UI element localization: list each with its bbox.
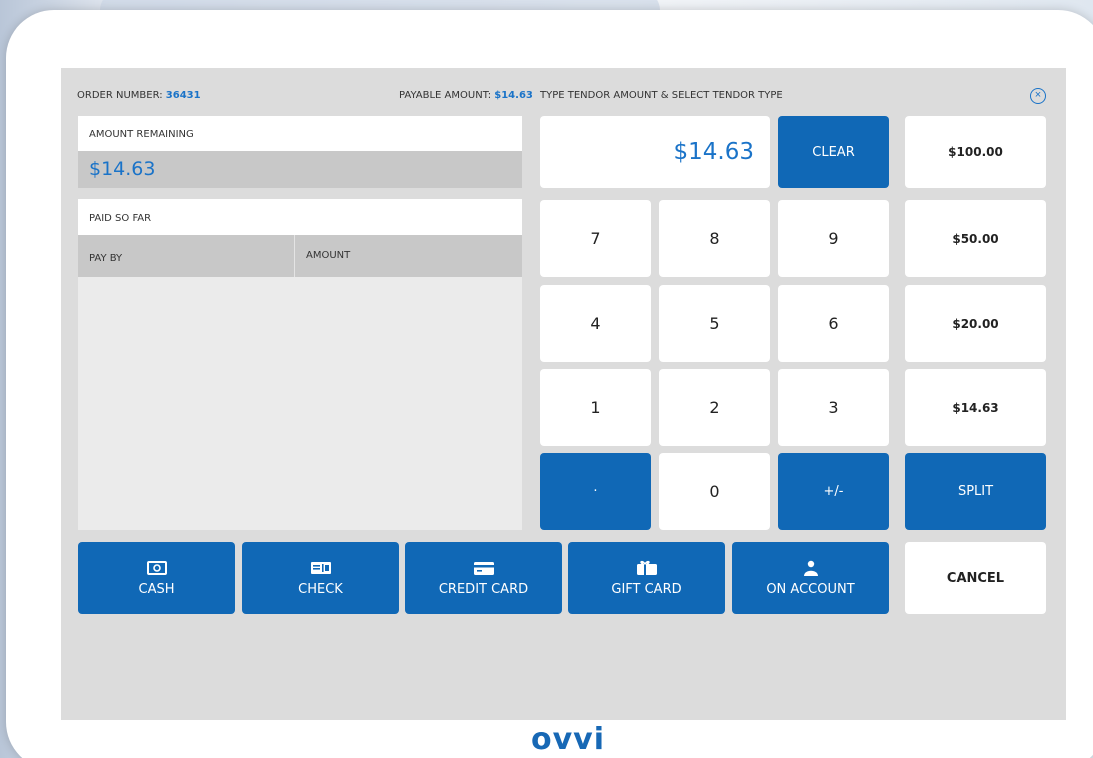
paid-so-far-panel: PAID SO FAR PAY BY AMOUNT xyxy=(78,199,522,530)
cash-label: CASH xyxy=(138,582,175,597)
paid-so-far-header: PAID SO FAR xyxy=(78,199,522,235)
quick-amount-50[interactable]: $50.00 xyxy=(905,200,1046,277)
amount-remaining-label: AMOUNT REMAINING xyxy=(89,129,194,140)
key-3[interactable]: 3 xyxy=(778,369,889,446)
on-account-button[interactable]: ON ACCOUNT xyxy=(732,542,889,614)
key-8[interactable]: 8 xyxy=(659,200,770,277)
payable-amount-label: PAYABLE AMOUNT: xyxy=(399,90,492,101)
plus-minus-key[interactable]: +/- xyxy=(778,453,889,530)
check-label: CHECK xyxy=(298,582,343,597)
amount-remaining-value: $14.63 xyxy=(89,158,156,180)
key-6[interactable]: 6 xyxy=(778,285,889,362)
check-button[interactable]: CHECK xyxy=(242,542,399,614)
tender-instruction: TYPE TENDOR AMOUNT & SELECT TENDOR TYPE xyxy=(540,90,783,101)
tender-amount-display[interactable]: $14.63 xyxy=(540,116,770,188)
col-amount: AMOUNT xyxy=(306,250,351,261)
key-4[interactable]: 4 xyxy=(540,285,651,362)
order-number: ORDER NUMBER: 36431 xyxy=(77,90,201,101)
clear-button[interactable]: CLEAR xyxy=(778,116,889,188)
cash-icon xyxy=(146,560,167,576)
key-2[interactable]: 2 xyxy=(659,369,770,446)
check-icon xyxy=(310,560,331,576)
quick-amount-20[interactable]: $20.00 xyxy=(905,285,1046,362)
gift-card-button[interactable]: GIFT CARD xyxy=(568,542,725,614)
order-number-label: ORDER NUMBER: xyxy=(77,90,163,101)
quick-amount-exact[interactable]: $14.63 xyxy=(905,369,1046,446)
credit-card-button[interactable]: CREDIT CARD xyxy=(405,542,562,614)
cash-button[interactable]: CASH xyxy=(78,542,235,614)
gift-card-icon xyxy=(636,560,657,576)
key-9[interactable]: 9 xyxy=(778,200,889,277)
gift-card-label: GIFT CARD xyxy=(611,582,682,597)
key-5[interactable]: 5 xyxy=(659,285,770,362)
column-divider xyxy=(294,235,295,277)
decimal-key[interactable]: · xyxy=(540,453,651,530)
quick-amount-100[interactable]: $100.00 xyxy=(905,116,1046,188)
key-0[interactable]: 0 xyxy=(659,453,770,530)
payable-amount: PAYABLE AMOUNT: $14.63 xyxy=(399,90,533,101)
credit-card-icon xyxy=(473,560,494,576)
close-icon[interactable]: × xyxy=(1030,88,1046,104)
amount-remaining-bar: $14.63 xyxy=(78,151,522,188)
tablet-frame: ORDER NUMBER: 36431 PAYABLE AMOUNT: $14.… xyxy=(6,10,1093,758)
key-7[interactable]: 7 xyxy=(540,200,651,277)
col-pay-by: PAY BY xyxy=(89,253,123,264)
cancel-button[interactable]: CANCEL xyxy=(905,542,1046,614)
credit-card-label: CREDIT CARD xyxy=(438,582,529,597)
split-button[interactable]: SPLIT xyxy=(905,453,1046,530)
amount-remaining-panel: AMOUNT REMAINING $14.63 xyxy=(78,116,522,188)
key-1[interactable]: 1 xyxy=(540,369,651,446)
on-account-label: ON ACCOUNT xyxy=(766,582,855,597)
paid-table-header: PAY BY AMOUNT xyxy=(78,235,522,277)
person-icon xyxy=(801,560,821,576)
payable-amount-value: $14.63 xyxy=(494,90,533,101)
brand-logo: ovvi xyxy=(530,722,605,757)
payment-screen: ORDER NUMBER: 36431 PAYABLE AMOUNT: $14.… xyxy=(61,68,1066,720)
order-number-value: 36431 xyxy=(165,90,201,101)
paid-so-far-label: PAID SO FAR xyxy=(89,213,152,224)
